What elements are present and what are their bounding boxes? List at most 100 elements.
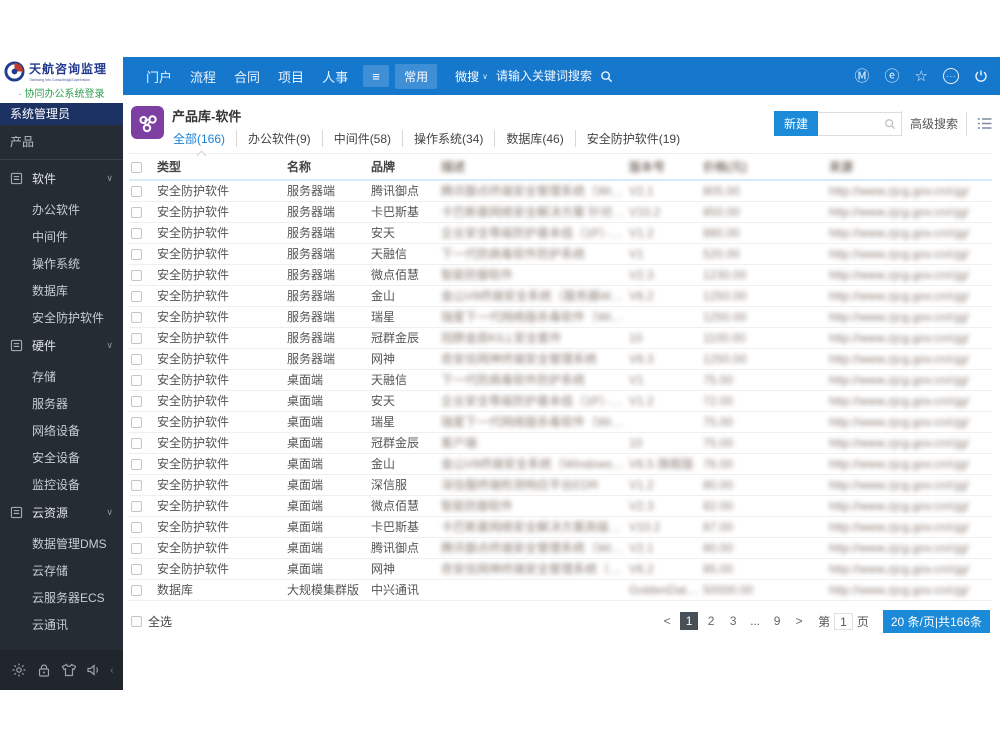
favorites-star-icon[interactable]: ☆ [915,69,928,84]
nav-item[interactable]: 门户 [146,67,172,86]
search-icon[interactable] [884,118,896,130]
table-row[interactable]: 安全防护软件桌面端卡巴斯基卡巴斯基网络安全解决方案高级版（桌面资产）KES·KL… [129,516,992,538]
m-app-icon[interactable]: Ⓜ [855,69,870,84]
row-checkbox[interactable] [131,479,142,491]
row-checkbox[interactable] [131,416,142,428]
select-all-checkbox[interactable] [131,615,142,627]
sound-speaker-icon[interactable] [85,661,103,679]
nav-item-common[interactable]: 常用 [395,63,438,89]
row-checkbox[interactable] [131,248,142,260]
sidebar-group-header[interactable]: 云资源 ∨ [0,496,123,528]
theme-shirt-icon[interactable] [60,661,78,679]
category-tab[interactable]: 全部(166) [172,130,238,147]
row-checkbox[interactable] [131,395,142,407]
nav-item[interactable]: 人事 [322,67,348,86]
more-options-icon[interactable]: ··· [943,68,959,84]
category-tab[interactable]: 中间件(58) [323,130,404,147]
nav-item[interactable]: 项目 [278,67,304,86]
table-search-input[interactable] [817,116,884,131]
sidebar-item[interactable]: 云通讯 [0,609,123,636]
advanced-search-button[interactable]: 高级搜索 [900,111,966,136]
sidebar-item[interactable]: 数据库 [0,275,123,302]
sidebar-item[interactable]: 安全设备 [0,442,123,469]
table-row[interactable]: 安全防护软件桌面端金山金山V8终端安全系统（Windows客户端）V6.5·旗舰… [129,453,992,475]
table-row[interactable]: 安全防护软件 服务器端 冠群金辰 冠群金辰KILL安全套件 10 1100.00 http:… [129,327,992,349]
table-row[interactable]: 安全防护软件桌面端瑞星瑞星下一代网络版杀毒软件（Windows版·客户端） 75.… [129,411,992,433]
sidebar-item[interactable]: 云服务器ECS [0,582,123,609]
category-tab[interactable]: 操作系统(34) [403,130,496,147]
table-row[interactable]: 安全防护软件 服务器端 天融信 下一代防病毒软件防护系统 V1 520.00 http://… [129,243,992,265]
sidebar-item[interactable]: 数据管理DMS [0,528,123,555]
create-new-button[interactable]: 新建 [773,111,818,136]
global-search-input[interactable] [495,69,600,83]
table-row[interactable]: 安全防护软件服务器端腾讯御点腾讯御点终端安全管理系统（Windows版）V2.1… [129,180,992,202]
sidebar-item[interactable]: 办公软件 [0,194,123,221]
row-checkbox[interactable] [131,332,142,344]
row-checkbox[interactable] [131,500,142,512]
row-checkbox[interactable] [131,227,142,239]
table-row[interactable]: 安全防护软件 桌面端 深信服 深信服终端检测响应平台EDR V1.2 80.00 http:… [129,474,992,496]
settings-gear-icon[interactable] [10,661,28,679]
row-checkbox[interactable] [131,374,142,386]
nav-menu-hamburger-icon[interactable]: ≡ [363,65,390,87]
lock-icon[interactable] [35,661,53,679]
select-all-checkbox[interactable] [131,161,142,173]
page-button[interactable]: 1 [680,612,699,630]
sidebar-group-header[interactable]: 软件 ∨ [0,162,123,194]
row-checkbox[interactable] [131,437,142,449]
table-row[interactable]: 安全防护软件服务器端卡巴斯基卡巴斯基网络安全解决方案 针对虚拟和云环境 CPU授… [129,201,992,223]
table-row[interactable]: 安全防护软件 服务器端 网神 奇安信网神终端安全管理系统 V6.3 1250.00 http… [129,348,992,370]
page-button[interactable]: 3 [724,612,742,630]
category-tab[interactable]: 数据库(46) [495,130,576,147]
jump-page-input[interactable]: 1 [834,612,853,630]
row-checkbox[interactable] [131,353,142,365]
message-e-icon[interactable]: ⓔ [885,69,900,84]
oa-login-link[interactable]: · 协同办公系统登录 [4,85,119,100]
row-checkbox[interactable] [131,542,142,554]
sidebar-section-product[interactable]: 产品 [0,125,123,160]
wsearch-scope-dropdown[interactable]: 微搜 [455,68,479,85]
table-row[interactable]: 安全防护软件 服务器端 微点佰慧 智能防御软件 V2.3 1230.00 http://ww… [129,264,992,286]
row-checkbox[interactable] [131,186,142,198]
row-checkbox[interactable] [131,311,142,323]
sidebar-item[interactable]: 安全防护软件 [0,302,123,329]
page-button[interactable]: 9 [768,612,786,630]
search-icon[interactable] [600,70,613,83]
row-checkbox[interactable] [131,269,142,281]
list-view-toggle-icon[interactable] [977,117,992,130]
next-page-button[interactable]: > [790,612,808,630]
row-checkbox[interactable] [131,521,142,533]
sidebar-item[interactable]: 中间件 [0,221,123,248]
row-checkbox[interactable] [131,563,142,575]
row-checkbox[interactable] [131,584,142,596]
nav-item[interactable]: 流程 [190,67,216,86]
table-row[interactable]: 安全防护软件 桌面端 冠群金辰 客户端 10 75.00 http://www.zjcg.g… [129,432,992,454]
power-logout-icon[interactable] [974,69,988,83]
sidebar-collapse-icon[interactable]: ‹ [110,665,113,676]
prev-page-button[interactable]: < [658,612,676,630]
table-row[interactable]: 安全防护软件 桌面端 微点佰慧 智能防御软件 V2.3 82.00 http://www.z… [129,495,992,517]
sidebar-item[interactable]: 监控设备 [0,469,123,496]
table-row[interactable]: 安全防护软件服务器端安天企业安全等级防护基本组（1P）·终端防病毒套装V1.28… [129,222,992,244]
nav-item[interactable]: 合同 [234,67,260,86]
table-row[interactable]: 安全防护软件服务器端瑞星瑞星下一代网络版杀毒软件（Windows版·服务器端） 1… [129,306,992,328]
sidebar-item[interactable]: 操作系统 [0,248,123,275]
sidebar-item[interactable]: 网络设备 [0,415,123,442]
row-checkbox[interactable] [131,290,142,302]
category-tab[interactable]: 办公软件(9) [237,130,323,147]
table-row[interactable]: 安全防护软件桌面端安天企业安全等级防护基本组（1P）·终端防病毒V1.272.0… [129,390,992,412]
sidebar-item[interactable]: 存储 [0,361,123,388]
table-row[interactable]: 数据库大规模集群版中兴通讯 GoldenData s…50000.00http:/… [129,579,992,601]
row-checkbox[interactable] [131,458,142,470]
page-button[interactable]: 2 [702,612,720,630]
category-tab[interactable]: 安全防护软件(19) [576,130,691,147]
sidebar-item[interactable]: 云存储 [0,555,123,582]
page-button[interactable]: ... [746,612,764,630]
row-checkbox[interactable] [131,206,142,218]
table-row[interactable]: 安全防护软件服务器端金山金山V8终端安全系统（服务器Windows版授权）V6.… [129,285,992,307]
sidebar-group-header[interactable]: 硬件 ∨ [0,329,123,361]
table-row[interactable]: 安全防护软件桌面端网神奇安信网神终端安全管理系统（桌面版）V6.285.00ht… [129,558,992,580]
sidebar-item[interactable]: 服务器 [0,388,123,415]
table-row[interactable]: 安全防护软件桌面端腾讯御点腾讯御点终端安全管理系统（Windows版）V2.1V… [129,537,992,559]
table-row[interactable]: 安全防护软件 桌面端 天融信 下一代防病毒软件防护系统 V1 75.00 http://ww… [129,369,992,391]
